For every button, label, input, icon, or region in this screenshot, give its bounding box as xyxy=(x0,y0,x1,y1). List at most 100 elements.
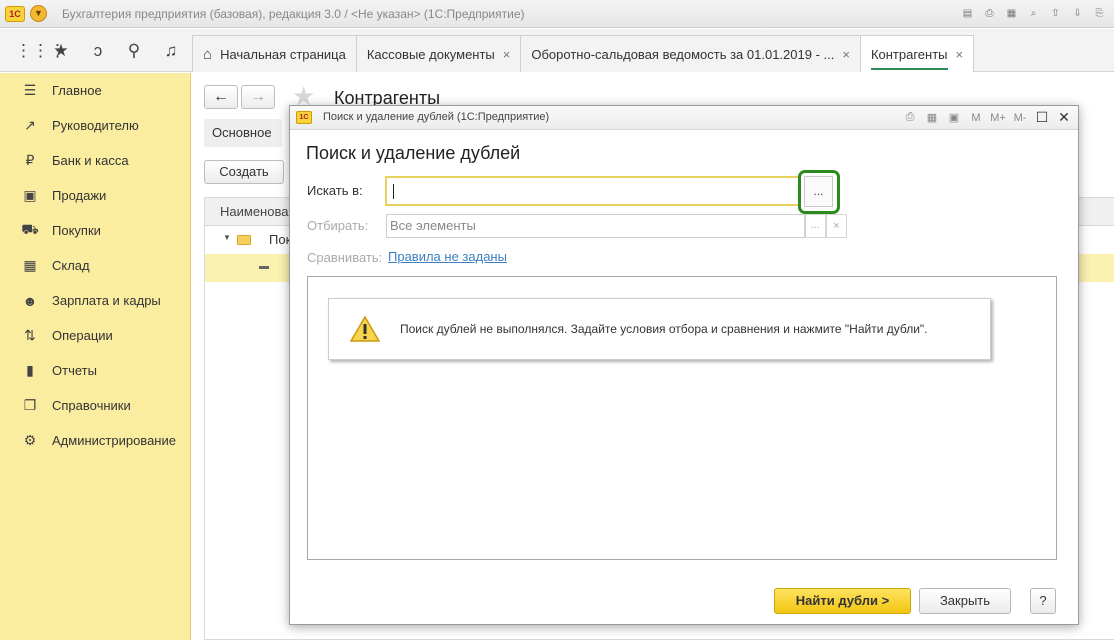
sidebar-item-label: Главное xyxy=(52,83,102,98)
maximize-icon[interactable]: ☐ xyxy=(1034,109,1050,126)
dialog-toolbar: ⎙ ▦ ▣ M M+ M- ☐ ✕ xyxy=(902,109,1072,126)
trend-icon: ↗ xyxy=(24,117,36,133)
compare-label: Сравнивать: xyxy=(307,250,383,265)
filter-field[interactable]: Все элементы xyxy=(386,214,806,238)
sidebar-item-label: Операции xyxy=(52,328,113,343)
back-button[interactable]: ← xyxy=(204,85,238,109)
sidebar-item-manager[interactable]: ↗ Руководителю xyxy=(0,108,191,143)
people-icon: ☻ xyxy=(22,292,38,309)
close-icon[interactable]: × xyxy=(503,47,511,62)
cart-icon: ⛟ xyxy=(21,221,39,237)
gear-icon: ⚙ xyxy=(23,432,37,448)
close-icon[interactable]: ✕ xyxy=(1056,109,1072,126)
sidebar-item-label: Зарплата и кадры xyxy=(52,293,161,308)
tab-label: Оборотно-сальдовая ведомость за 01.01.20… xyxy=(531,46,835,62)
dialog-titlebar: 1С Поиск и удаление дублей (1С:Предприят… xyxy=(290,106,1078,130)
search-in-field[interactable] xyxy=(385,176,800,206)
spreadsheet-icon[interactable]: ▦ xyxy=(924,111,940,124)
search-doc-icon[interactable]: ⌕ xyxy=(1025,5,1042,22)
info-message-text: Поиск дублей не выполнялся. Задайте усло… xyxy=(400,322,928,336)
favorites-star-icon[interactable]: ★ xyxy=(51,41,71,61)
sections-grid-icon[interactable]: ⋮⋮⋮ xyxy=(15,41,66,61)
ruble-icon: ₽ xyxy=(25,152,35,168)
sidebar-item-bank[interactable]: ₽ Банк и касса xyxy=(0,143,191,178)
expand-caret-icon[interactable]: ▼ xyxy=(223,233,231,242)
folder-icon xyxy=(237,235,251,245)
info-message-box: Поиск дублей не выполнялся. Задайте усло… xyxy=(328,298,991,360)
tab-cash-documents[interactable]: Кассовые документы × xyxy=(355,35,522,72)
window-title: Бухгалтерия предприятия (базовая), редак… xyxy=(62,7,525,21)
tab-counterparties[interactable]: Контрагенты × xyxy=(859,35,975,72)
highlight-frame: ... xyxy=(798,170,840,214)
choose-object-button[interactable]: ... xyxy=(804,176,833,207)
bell-icon[interactable]: ♫ xyxy=(161,41,181,61)
sidebar-item-main[interactable]: ☰ Главное xyxy=(0,73,191,108)
books-icon: ❐ xyxy=(23,397,37,413)
sidebar-item-label: Склад xyxy=(52,258,90,273)
operations-icon: ⇅ xyxy=(24,327,36,343)
app-logo: 1С xyxy=(296,111,312,124)
save-icon[interactable]: ▤ xyxy=(959,5,976,22)
sidebar-item-admin[interactable]: ⚙ Администрирование xyxy=(0,423,191,458)
text-cursor xyxy=(393,184,394,199)
window-titlebar: 1С ▼ Бухгалтерия предприятия (базовая), … xyxy=(0,0,1114,28)
close-button[interactable]: Закрыть xyxy=(919,588,1011,614)
close-icon[interactable]: × xyxy=(956,47,964,62)
compare-rules-link[interactable]: Правила не заданы xyxy=(388,249,507,264)
sidebar-item-label: Руководителю xyxy=(52,118,139,133)
attach-icon[interactable]: ⎘ xyxy=(1091,5,1108,22)
report-icon: ▮ xyxy=(26,362,34,378)
print-icon[interactable]: ⎙ xyxy=(902,111,918,124)
close-icon[interactable]: × xyxy=(842,47,850,62)
tab-home[interactable]: ⌂ Начальная страница xyxy=(192,35,357,72)
sidebar-item-label: Администрирование xyxy=(52,433,176,448)
memory-m-button[interactable]: M xyxy=(968,112,984,124)
forward-button[interactable]: → xyxy=(241,85,275,109)
tab-label: Контрагенты xyxy=(870,39,948,70)
warehouse-icon: ▦ xyxy=(23,257,37,273)
calendar-icon[interactable]: ▣ xyxy=(946,111,962,124)
help-button[interactable]: ? xyxy=(1030,588,1056,614)
filter-label: Отбирать: xyxy=(307,218,369,233)
sidebar-item-label: Отчеты xyxy=(52,363,97,378)
sidebar-item-operations[interactable]: ⇅ Операции xyxy=(0,318,191,353)
tab-label: Кассовые документы xyxy=(366,46,495,62)
create-button[interactable]: Создать xyxy=(204,160,284,184)
tab-label: Начальная страница xyxy=(220,46,346,62)
history-icon[interactable]: ↄ xyxy=(88,41,108,61)
bag-icon: ▣ xyxy=(23,187,37,203)
dialog-heading: Поиск и удаление дублей xyxy=(306,143,521,163)
print-icon[interactable]: ⎙ xyxy=(981,5,998,22)
sidebar-item-label: Банк и касса xyxy=(52,153,129,168)
memory-minus-button[interactable]: M- xyxy=(1012,112,1028,124)
sidebar-item-purchases[interactable]: ⛟ Покупки xyxy=(0,213,191,248)
sidebar-item-sales[interactable]: ▣ Продажи xyxy=(0,178,191,213)
memory-plus-button[interactable]: M+ xyxy=(990,112,1006,124)
sidebar-item-warehouse[interactable]: ▦ Склад xyxy=(0,248,191,283)
sidebar-item-label: Справочники xyxy=(52,398,131,413)
menu-icon: ☰ xyxy=(23,82,37,98)
preview-icon[interactable]: ▦ xyxy=(1003,5,1020,22)
search-in-label: Искать в: xyxy=(307,183,363,198)
results-panel: Поиск дублей не выполнялся. Задайте усло… xyxy=(307,276,1057,560)
tab-turnover-report[interactable]: Оборотно-сальдовая ведомость за 01.01.20… xyxy=(520,35,861,72)
tab-main[interactable]: Основное xyxy=(204,119,282,147)
download-icon[interactable]: ⇩ xyxy=(1069,5,1086,22)
row-text: Пок xyxy=(269,232,292,247)
find-duplicates-button[interactable]: Найти дубли > xyxy=(774,588,911,614)
sidebar-item-label: Покупки xyxy=(52,223,101,238)
home-icon: ⌂ xyxy=(203,45,213,63)
filter-clear-button[interactable]: × xyxy=(826,214,847,238)
sidebar-item-reports[interactable]: ▮ Отчеты xyxy=(0,353,191,388)
main-menu-button[interactable]: ▼ xyxy=(30,5,47,22)
upload-icon[interactable]: ⇧ xyxy=(1047,5,1064,22)
warning-icon xyxy=(349,315,381,342)
search-icon[interactable]: ⚲ xyxy=(124,41,144,61)
sidebar-item-salary[interactable]: ☻ Зарплата и кадры xyxy=(0,283,191,318)
app-logo: 1С xyxy=(5,6,25,22)
filter-choose-button[interactable]: ... xyxy=(804,214,826,238)
find-duplicates-dialog: 1С Поиск и удаление дублей (1С:Предприят… xyxy=(289,105,1079,625)
sidebar-item-references[interactable]: ❐ Справочники xyxy=(0,388,191,423)
sidebar-item-label: Продажи xyxy=(52,188,107,203)
sections-sidebar: ☰ Главное ↗ Руководителю ₽ Банк и касса … xyxy=(0,73,191,640)
